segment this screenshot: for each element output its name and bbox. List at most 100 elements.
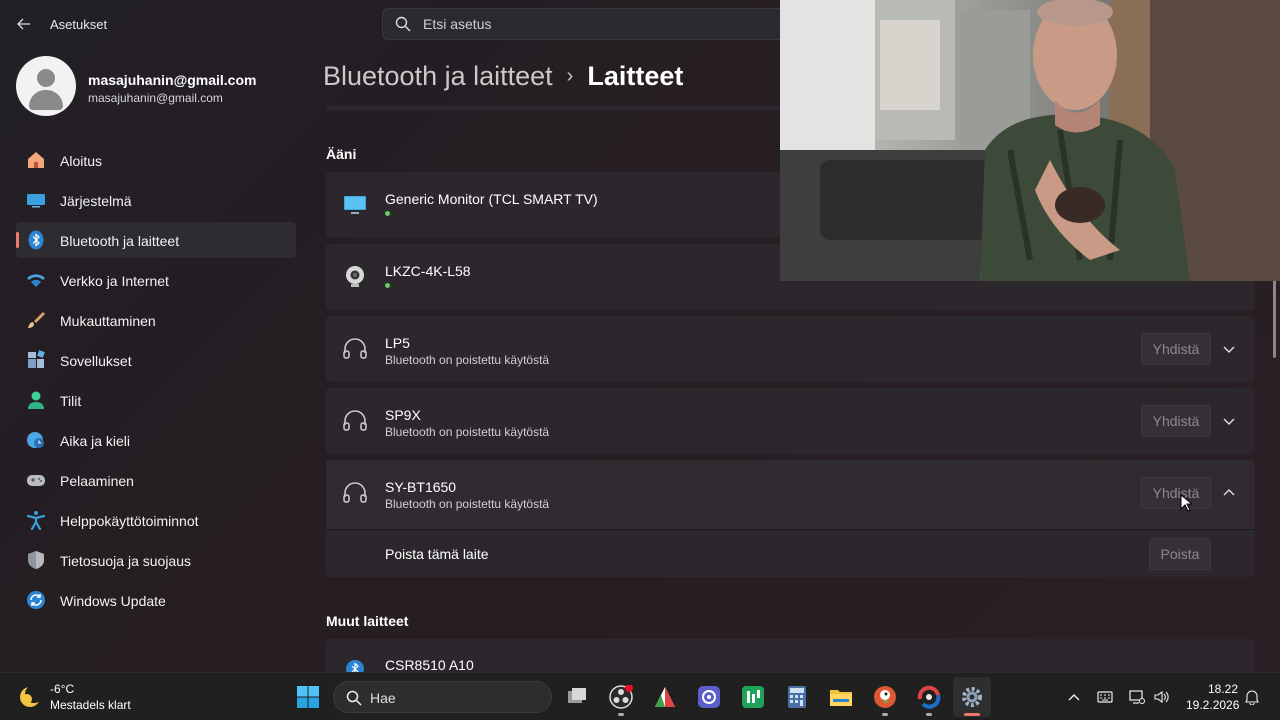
windows-start-icon[interactable] bbox=[296, 685, 320, 709]
device-status: Bluetooth on poistettu käytöstä bbox=[385, 425, 550, 439]
volume-icon[interactable] bbox=[1153, 689, 1169, 705]
chevron-up-icon[interactable] bbox=[1219, 483, 1239, 503]
apps-icon bbox=[28, 350, 45, 368]
chevron-up-icon[interactable] bbox=[1066, 689, 1082, 705]
sidebar-item-privacy[interactable]: Tietosuoja ja suojaus bbox=[16, 542, 296, 578]
device-name: LKZC-4K-L58 bbox=[385, 263, 471, 279]
task-view-icon[interactable] bbox=[565, 685, 589, 709]
device-card-sp9x[interactable]: SP9X Bluetooth on poistettu käytöstä Yhd… bbox=[326, 388, 1255, 454]
taskbar-search[interactable]: Hae bbox=[333, 681, 552, 713]
headset-icon bbox=[343, 482, 367, 503]
arrow-left-icon bbox=[17, 18, 30, 30]
device-name: SY-BT1650 bbox=[385, 479, 457, 495]
chevron-down-icon[interactable] bbox=[1219, 339, 1239, 359]
camera-app-icon[interactable] bbox=[697, 685, 721, 709]
breadcrumb-parent[interactable]: Bluetooth ja laitteet bbox=[323, 61, 553, 92]
device-name: Generic Monitor (TCL SMART TV) bbox=[385, 191, 598, 207]
connect-button[interactable]: Yhdistä bbox=[1141, 333, 1211, 365]
scrolled-card-edge bbox=[326, 106, 786, 110]
sidebar-item-label: Aloitus bbox=[60, 153, 103, 169]
device-name: SP9X bbox=[385, 407, 421, 423]
browser-app-icon[interactable] bbox=[917, 685, 941, 709]
sidebar-item-label: Mukauttaminen bbox=[60, 313, 156, 329]
sidebar-item-personalization[interactable]: Mukauttaminen bbox=[16, 302, 296, 338]
file-explorer-icon[interactable] bbox=[829, 685, 853, 709]
connect-button[interactable]: Yhdistä bbox=[1141, 477, 1211, 509]
device-card-csr8510[interactable]: CSR8510 A10 bbox=[326, 639, 1255, 679]
device-card-lp5[interactable]: LP5 Bluetooth on poistettu käytöstä Yhdi… bbox=[326, 316, 1255, 382]
network-icon[interactable] bbox=[1129, 689, 1145, 705]
shield-icon bbox=[28, 551, 44, 569]
update-icon bbox=[27, 591, 45, 609]
device-name: CSR8510 A10 bbox=[385, 657, 474, 673]
keyboard-icon[interactable] bbox=[1097, 689, 1113, 705]
user-profile[interactable]: masajuhanin@gmail.com masajuhanin@gmail.… bbox=[16, 56, 296, 118]
sidebar-item-bluetooth[interactable]: Bluetooth ja laitteet bbox=[16, 222, 296, 258]
webcam-icon bbox=[346, 266, 364, 287]
notification-bell-icon[interactable] bbox=[1244, 689, 1260, 705]
media-app-icon[interactable] bbox=[653, 685, 677, 709]
sidebar-item-accessibility[interactable]: Helppokäyttötoiminnot bbox=[16, 502, 296, 538]
webcam-overlay bbox=[780, 0, 1280, 281]
search-input[interactable] bbox=[423, 13, 783, 35]
time-language-icon bbox=[27, 432, 44, 448]
sidebar-item-time-language[interactable]: Aika ja kieli bbox=[16, 422, 296, 458]
back-button[interactable] bbox=[12, 12, 36, 36]
avatar bbox=[16, 56, 76, 116]
sidebar-item-label: Järjestelmä bbox=[60, 193, 132, 209]
settings-window: Asetukset masajuhanin@gmail.com masajuha… bbox=[0, 0, 1280, 679]
app-title: Asetukset bbox=[50, 17, 108, 32]
sidebar-nav: Aloitus Järjestelmä Bluetooth ja laittee… bbox=[16, 142, 296, 622]
weather-moon-icon[interactable] bbox=[18, 685, 42, 709]
remove-device-button[interactable]: Poista bbox=[1149, 538, 1211, 570]
sidebar-item-label: Windows Update bbox=[60, 593, 166, 609]
breadcrumb-separator: › bbox=[566, 64, 574, 87]
obs-icon[interactable] bbox=[609, 685, 633, 709]
device-options-panel: Poista tämä laite Poista bbox=[326, 529, 1255, 577]
sidebar-item-system[interactable]: Järjestelmä bbox=[16, 182, 296, 218]
sidebar-item-apps[interactable]: Sovellukset bbox=[16, 342, 296, 378]
sidebar-item-home[interactable]: Aloitus bbox=[16, 142, 296, 178]
settings-gear-icon[interactable] bbox=[960, 685, 984, 709]
duckduckgo-icon[interactable] bbox=[873, 685, 897, 709]
mouse-cursor-icon bbox=[1180, 494, 1192, 512]
account-icon bbox=[28, 391, 44, 409]
sidebar-item-label: Sovellukset bbox=[60, 353, 132, 369]
sidebar-item-label: Pelaaminen bbox=[60, 473, 134, 489]
sidebar-item-network[interactable]: Verkko ja Internet bbox=[16, 262, 296, 298]
headset-icon bbox=[343, 410, 367, 431]
sidebar-item-label: Tietosuoja ja suojaus bbox=[60, 553, 192, 569]
sidebar-item-label: Helppokäyttötoiminnot bbox=[60, 513, 199, 529]
bluetooth-icon bbox=[28, 230, 44, 250]
chevron-down-icon[interactable] bbox=[1219, 411, 1239, 431]
system-icon bbox=[27, 194, 45, 208]
calculator-icon[interactable] bbox=[785, 685, 809, 709]
active-indicator bbox=[964, 713, 980, 716]
device-status: Bluetooth on poistettu käytöstä bbox=[385, 497, 550, 511]
clock-date[interactable]: 19.2.2026 bbox=[1186, 698, 1239, 712]
sidebar-item-gaming[interactable]: Pelaaminen bbox=[16, 462, 296, 498]
webcam-feed-image bbox=[780, 0, 1280, 281]
brush-icon bbox=[28, 312, 45, 328]
taskbar: -6°C Mestadels klart Hae 18.22 19.2.2026 bbox=[0, 672, 1280, 720]
sidebar-item-accounts[interactable]: Tilit bbox=[16, 382, 296, 418]
section-title-audio: Ääni bbox=[326, 146, 357, 162]
clock-time[interactable]: 18.22 bbox=[1208, 682, 1238, 696]
wifi-icon bbox=[27, 274, 45, 287]
settings-search[interactable] bbox=[382, 8, 802, 40]
connected-indicator bbox=[385, 283, 390, 288]
device-card-sy-bt1650[interactable]: SY-BT1650 Bluetooth on poistettu käytöst… bbox=[326, 460, 1255, 529]
gamepad-icon bbox=[27, 475, 45, 486]
connect-button[interactable]: Yhdistä bbox=[1141, 405, 1211, 437]
sidebar-item-label: Bluetooth ja laitteet bbox=[60, 233, 180, 249]
search-icon bbox=[395, 16, 411, 32]
weather-temperature: -6°C bbox=[50, 682, 75, 696]
running-indicator bbox=[926, 713, 932, 716]
home-icon bbox=[28, 152, 44, 168]
remove-device-label: Poista tämä laite bbox=[385, 546, 489, 562]
breadcrumb: Bluetooth ja laitteet › Laitteet bbox=[323, 58, 683, 94]
sidebar-item-windows-update[interactable]: Windows Update bbox=[16, 582, 296, 618]
device-name: LP5 bbox=[385, 335, 410, 351]
stats-app-icon[interactable] bbox=[741, 685, 765, 709]
search-icon bbox=[346, 690, 362, 706]
